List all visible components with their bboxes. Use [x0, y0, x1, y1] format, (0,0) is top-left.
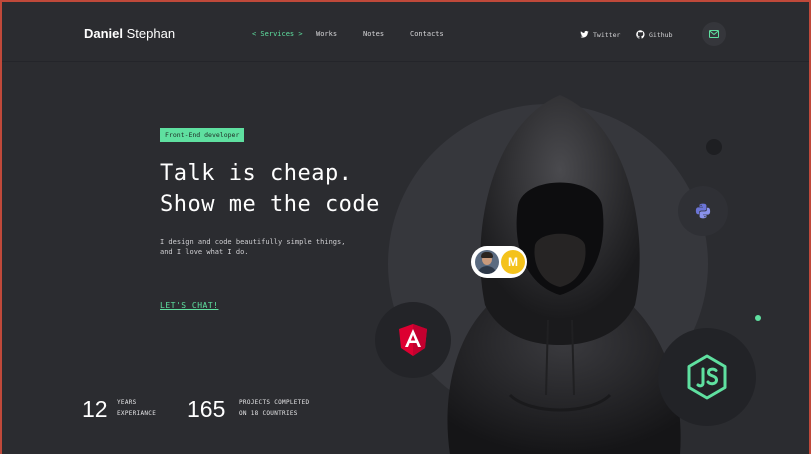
twitter-icon	[580, 30, 589, 38]
subtitle-line-1: I design and code beautifully simple thi…	[160, 238, 346, 246]
nav-contacts[interactable]: Contacts	[410, 30, 444, 38]
role-badge: Front-End developer	[160, 128, 245, 142]
hooded-figure-image	[447, 95, 681, 454]
decor-dark-dot	[706, 139, 722, 155]
lets-chat-link[interactable]: LET'S CHAT!	[160, 301, 218, 310]
headline-line-2: Show me the code	[160, 192, 380, 217]
years-label: YEARS	[117, 399, 137, 406]
projects-label: PROJECTS COMPLETED	[239, 399, 310, 406]
python-icon	[695, 203, 711, 219]
subtitle-line-2: and I love what I do.	[160, 248, 249, 256]
github-icon	[636, 30, 645, 39]
header-divider	[0, 61, 811, 62]
decor-green-dot	[755, 315, 761, 321]
mail-icon	[709, 30, 719, 38]
user-avatar	[475, 250, 499, 274]
user-initial-avatar: M	[501, 250, 525, 274]
nav-notes[interactable]: Notes	[363, 30, 384, 38]
twitter-link[interactable]: Twitter	[580, 30, 620, 39]
twitter-label: Twitter	[593, 30, 621, 39]
headline-line-1: Talk is cheap.	[160, 161, 353, 186]
hero-headline: Talk is cheap. Show me the code	[160, 158, 380, 220]
angular-badge	[375, 302, 451, 378]
site-logo[interactable]: Daniel Stephan	[84, 26, 175, 41]
avatar-pill[interactable]: M	[471, 246, 527, 278]
years-number: 12	[82, 396, 108, 422]
hero-subtitle: I design and code beautifully simple thi…	[160, 237, 345, 257]
github-link[interactable]: Github	[636, 30, 672, 39]
logo-first-name: Daniel	[84, 26, 124, 41]
experience-label: EXPERIANCE	[117, 410, 157, 417]
countries-label: ON 18 COUNTRIES	[239, 410, 298, 417]
python-badge	[678, 186, 728, 236]
nav-services[interactable]: < Services >	[252, 30, 303, 38]
nodejs-badge	[658, 328, 756, 426]
logo-last-name: Stephan	[123, 26, 176, 41]
github-label: Github	[649, 30, 673, 39]
projects-number: 165	[187, 396, 226, 422]
angular-icon	[399, 324, 427, 356]
nav-works[interactable]: Works	[316, 30, 337, 38]
mail-button[interactable]	[702, 22, 726, 46]
nodejs-icon	[687, 354, 727, 400]
